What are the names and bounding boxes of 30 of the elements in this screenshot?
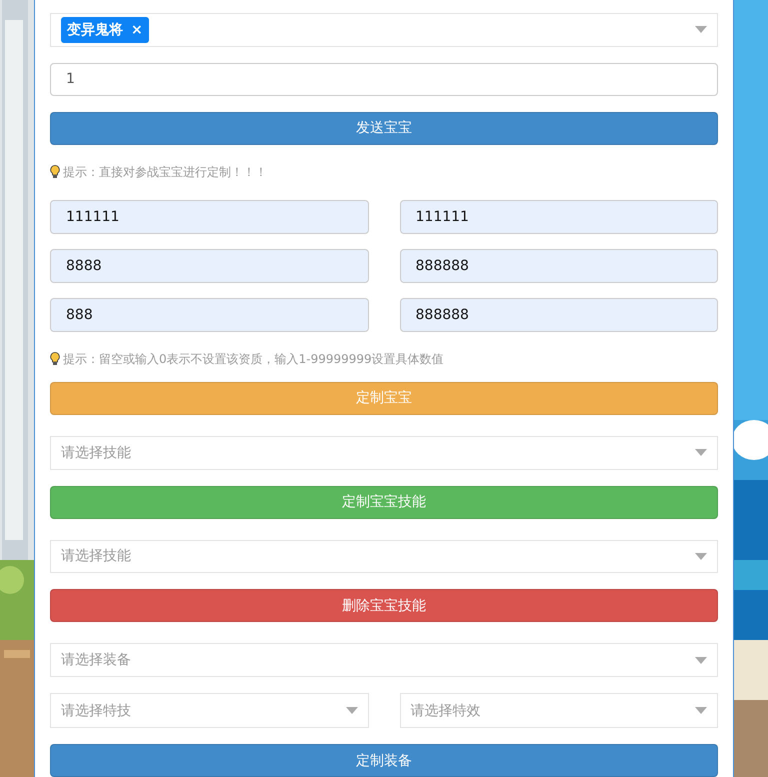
input-field[interactable]: 888888	[400, 298, 718, 332]
dropdown-caret-icon	[346, 707, 358, 714]
action-button[interactable]: 发送宝宝	[50, 112, 718, 145]
dropdown-caret-icon	[695, 656, 707, 664]
dropdown-caret-icon	[695, 26, 707, 34]
action-button[interactable]: 定制宝宝	[50, 382, 718, 415]
select-field[interactable]: 请选择技能	[50, 540, 718, 574]
remove-tag-button[interactable]: ×	[131, 22, 143, 38]
select-field[interactable]: 请选择特效	[400, 693, 718, 728]
input-field[interactable]: 111111	[50, 200, 368, 234]
input-field[interactable]: 888	[50, 298, 368, 332]
select-field[interactable]: 请选择特技	[50, 693, 368, 728]
input-field[interactable]: 888888	[400, 248, 718, 283]
dropdown-caret-icon	[695, 449, 707, 456]
select-field[interactable]: 请选择技能	[50, 436, 718, 470]
lightbulb-icon	[50, 352, 60, 366]
dropdown-caret-icon	[695, 707, 707, 714]
input-field[interactable]: 111111	[400, 200, 718, 234]
action-button[interactable]: 定制装备	[50, 744, 718, 777]
select-field[interactable]: 请选择装备	[50, 643, 718, 678]
hint-text: 提示：留空或输入0表示不设置该资质，输入1-99999999设置具体数值	[63, 350, 444, 368]
input-field[interactable]: 1	[50, 62, 718, 96]
selected-tag: 变异鬼将 ×	[61, 16, 149, 43]
dropdown-caret-icon	[695, 552, 707, 560]
input-field[interactable]: 8888	[50, 248, 368, 283]
action-button[interactable]: 删除宝宝技能	[50, 589, 718, 622]
action-button[interactable]: 定制宝宝技能	[50, 486, 718, 519]
hint-text: 提示：直接对参战宝宝进行定制！！！	[63, 164, 267, 181]
tag-select-field[interactable]: 变异鬼将 ×	[50, 13, 718, 47]
lightbulb-icon	[50, 165, 60, 180]
